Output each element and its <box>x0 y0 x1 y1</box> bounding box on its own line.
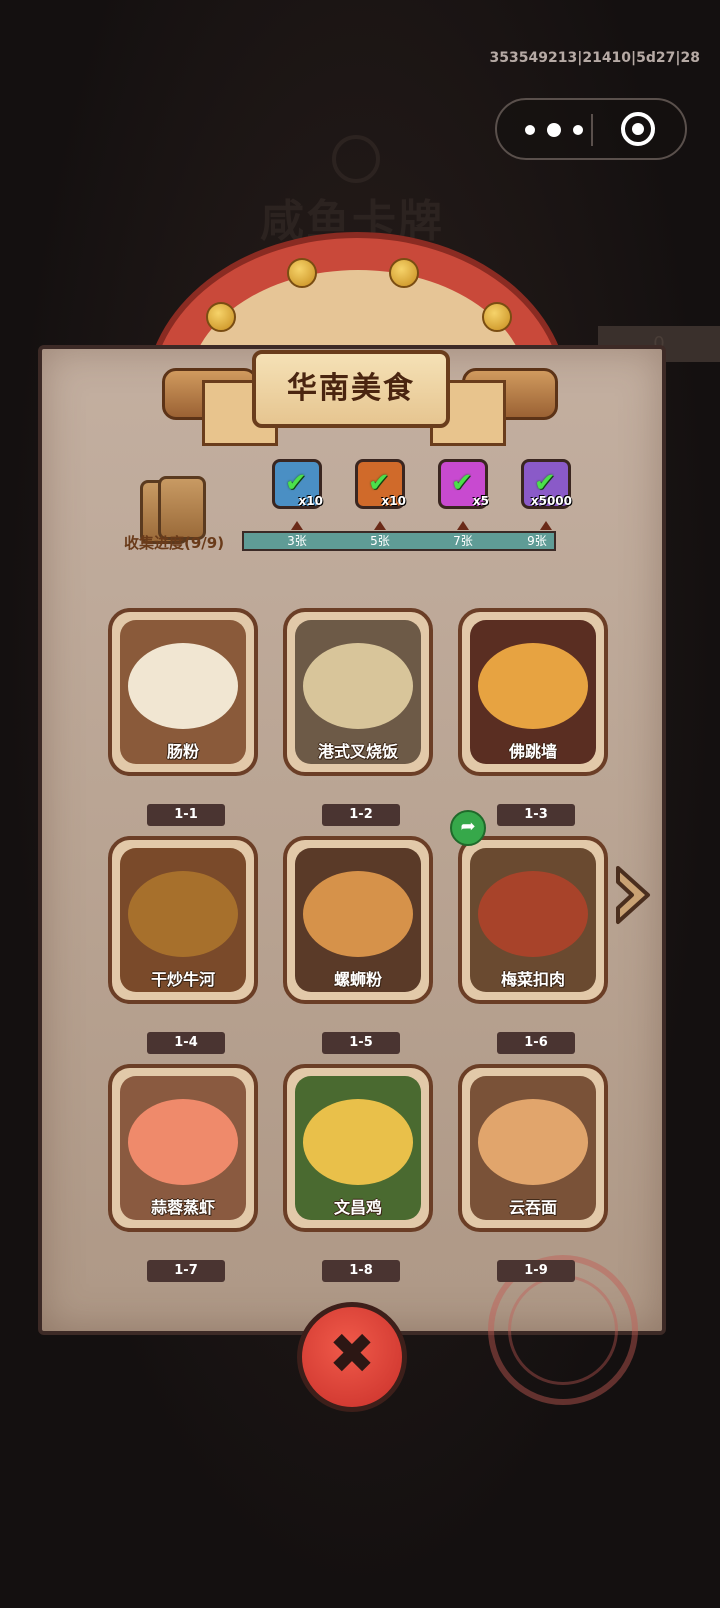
food-name: 干炒牛河 <box>150 970 215 989</box>
food-code: 1-9 <box>497 1260 575 1282</box>
food-card[interactable]: 云吞面 <box>458 1064 608 1232</box>
more-menu-button[interactable] <box>525 116 583 144</box>
more-dot-icon <box>547 123 561 137</box>
card-stack-icon <box>136 476 208 544</box>
close-icon: ✖ <box>328 1322 376 1387</box>
page-title: 华南美食 <box>287 371 415 406</box>
food-name: 港式叉烧饭 <box>317 742 398 761</box>
food-card[interactable]: 螺蛳粉 <box>283 836 433 1004</box>
food-card[interactable]: 干炒牛河 <box>108 836 258 1004</box>
background-emblem-icon <box>332 135 380 183</box>
food-card[interactable]: 佛跳墙 <box>458 608 608 776</box>
milestone-marker <box>540 521 552 530</box>
capsule-divider <box>591 114 593 146</box>
food-code: 1-6 <box>497 1032 575 1054</box>
miniprogram-capsule <box>495 98 687 160</box>
dish-image <box>128 643 238 730</box>
food-code: 1-3 <box>497 804 575 826</box>
rivet-icon <box>287 258 317 288</box>
dish-image <box>303 871 413 958</box>
food-card[interactable]: 文昌鸡 <box>283 1064 433 1232</box>
reward-3[interactable]: ✔ x5 <box>438 459 489 509</box>
more-dot-icon <box>525 125 535 135</box>
collection-progress-label: 收集进度(9/9) <box>124 534 225 552</box>
reward-2[interactable]: ✔ x10 <box>355 459 406 509</box>
food-name: 梅菜扣肉 <box>500 970 565 989</box>
card-back-icon <box>158 476 206 540</box>
share-icon[interactable]: ➦ <box>450 810 486 846</box>
food-code: 1-1 <box>147 804 225 826</box>
food-card[interactable]: 港式叉烧饭 <box>283 608 433 776</box>
rivet-icon <box>206 302 236 332</box>
close-button[interactable]: ✖ <box>297 1302 407 1412</box>
reward-4[interactable]: ✔ x5000 <box>521 459 572 509</box>
rivet-icon <box>482 302 512 332</box>
food-name: 螺蛳粉 <box>333 970 382 989</box>
food-name: 佛跳墙 <box>508 742 557 761</box>
food-card[interactable]: 梅菜扣肉 <box>458 836 608 1004</box>
food-code: 1-8 <box>322 1260 400 1282</box>
food-code: 1-2 <box>322 804 400 826</box>
reward-qty: x5 <box>472 494 489 508</box>
dish-image <box>478 1099 588 1186</box>
reward-qty: x10 <box>298 494 323 508</box>
milestone-label: 9张 <box>527 534 547 548</box>
dish-image <box>128 871 238 958</box>
food-name: 肠粉 <box>166 742 199 761</box>
title-banner: 华南美食 <box>252 350 450 428</box>
reward-qty: x10 <box>381 494 406 508</box>
milestone-label: 5张 <box>370 534 390 548</box>
milestone-marker <box>374 521 386 530</box>
dish-image <box>478 643 588 730</box>
food-name: 文昌鸡 <box>333 1198 382 1217</box>
build-info: 353549213|21410|5d27|28 <box>489 50 700 66</box>
food-card[interactable]: 肠粉 <box>108 608 258 776</box>
dish-image <box>478 871 588 958</box>
dish-image <box>303 1099 413 1186</box>
rivet-icon <box>389 258 419 288</box>
dish-image <box>303 643 413 730</box>
more-dot-icon <box>573 125 583 135</box>
milestone-label: 7张 <box>453 534 473 548</box>
reward-1[interactable]: ✔ x10 <box>272 459 323 509</box>
milestone-label: 3张 <box>287 534 307 548</box>
next-page-arrow-icon[interactable] <box>612 862 656 928</box>
food-code: 1-4 <box>147 1032 225 1054</box>
food-name: 云吞面 <box>508 1198 557 1217</box>
food-code: 1-5 <box>322 1032 400 1054</box>
milestone-marker <box>291 521 303 530</box>
close-miniprogram-icon[interactable] <box>621 112 655 146</box>
milestone-marker <box>457 521 469 530</box>
food-card[interactable]: 蒜蓉蒸虾 <box>108 1064 258 1232</box>
check-icon: ✔ <box>451 468 473 498</box>
food-name: 蒜蓉蒸虾 <box>150 1198 215 1217</box>
food-code: 1-7 <box>147 1260 225 1282</box>
reward-qty: x5000 <box>530 494 572 508</box>
dish-image <box>128 1099 238 1186</box>
